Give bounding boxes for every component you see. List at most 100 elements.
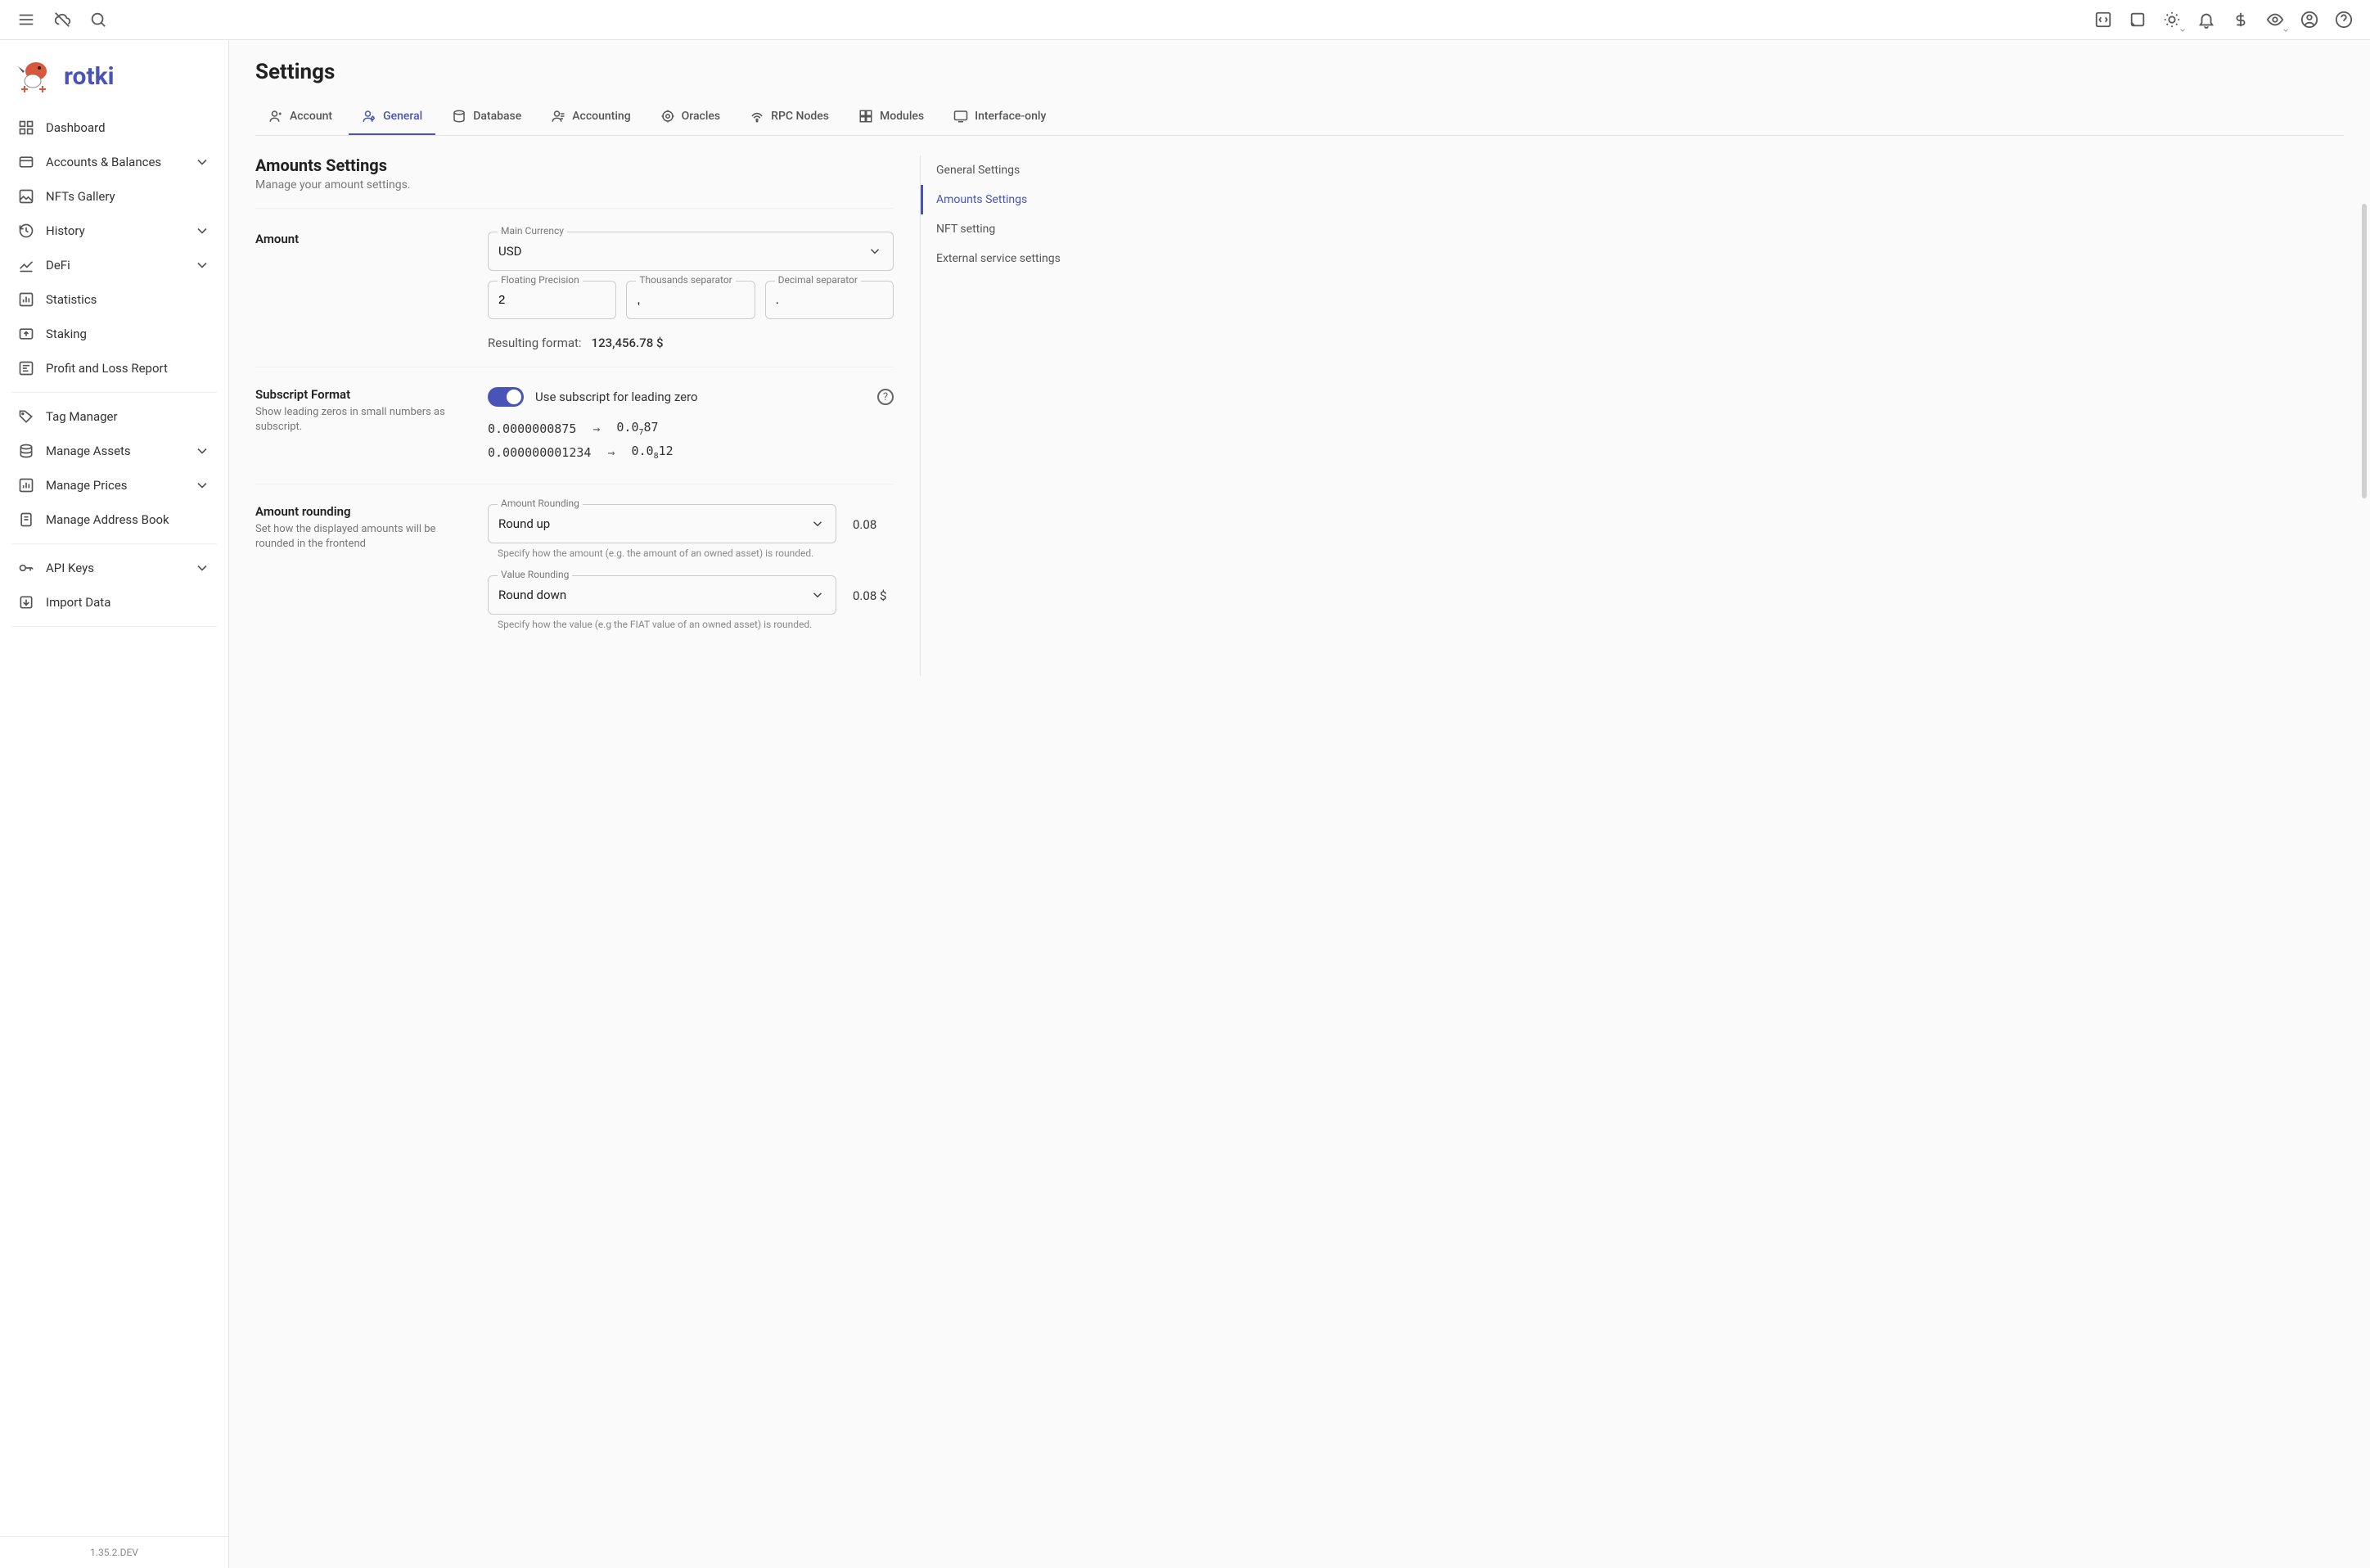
sidebar-item-history[interactable]: History [7, 214, 222, 248]
tab-label: RPC Nodes [771, 110, 829, 123]
tab-interface-only[interactable]: Interface-only [940, 99, 1059, 135]
example-to: 0.0787 [616, 420, 658, 437]
sidebar-item-label: NFTs Gallery [46, 189, 115, 204]
side-link-nft[interactable]: NFT setting [921, 214, 1100, 244]
field-label: Value Rounding [498, 569, 572, 580]
currency-icon[interactable] [2231, 10, 2251, 29]
row-title: Amount [255, 232, 468, 246]
section-title: Amounts Settings [255, 155, 894, 175]
arrow-right-icon: → [607, 445, 615, 460]
field-label: Decimal separator [775, 274, 861, 286]
page-title: Settings [255, 60, 2344, 84]
tab-label: Modules [880, 110, 924, 123]
tab-database[interactable]: Database [439, 99, 534, 135]
section-subtitle: Manage your amount settings. [255, 178, 894, 191]
sidebar-item-api-keys[interactable]: API Keys [7, 551, 222, 585]
sidebar-item-dashboard[interactable]: Dashboard [7, 110, 222, 145]
tab-label: Accounting [572, 110, 630, 123]
thousands-separator-input[interactable] [626, 281, 755, 319]
brand[interactable]: rotki [0, 40, 228, 110]
subscript-toggle[interactable] [488, 387, 524, 407]
scrollbar[interactable] [2362, 204, 2367, 498]
tab-account[interactable]: Account [255, 99, 345, 135]
chevron-down-icon [194, 257, 210, 273]
field-label: Main Currency [498, 225, 567, 237]
decimal-separator-input[interactable] [765, 281, 894, 319]
sidebar-item-manage-assets[interactable]: Manage Assets [7, 434, 222, 468]
value-rounding-select[interactable]: Round down [488, 575, 836, 615]
sidebar-item-staking[interactable]: Staking [7, 317, 222, 351]
cloud-off-icon[interactable] [52, 10, 72, 29]
brand-logo-icon [16, 58, 52, 94]
main-currency-select[interactable]: USD [488, 232, 894, 271]
field-label: Floating Precision [498, 274, 583, 286]
sidebar-item-label: Manage Prices [46, 478, 128, 493]
tab-label: Account [290, 110, 332, 123]
sidebar-item-nfts[interactable]: NFTs Gallery [7, 179, 222, 214]
sidebar-item-tag-manager[interactable]: Tag Manager [7, 399, 222, 434]
tabs: Account General Database Accounting Orac… [255, 99, 2344, 136]
tab-label: Database [473, 110, 521, 123]
sidebar-item-label: Manage Assets [46, 444, 131, 458]
account-icon[interactable] [2300, 10, 2319, 29]
amount-row: Amount Main Currency USD Floating Precis… [255, 225, 894, 367]
example-to: 0.0812 [631, 444, 673, 461]
decimal-separator-field: Decimal separator [765, 281, 894, 319]
row-title: Subscript Format [255, 387, 468, 402]
tab-rpc-nodes[interactable]: RPC Nodes [737, 99, 842, 135]
chevron-down-icon [194, 154, 210, 170]
help-icon[interactable] [2334, 10, 2354, 29]
sidebar-item-manage-prices[interactable]: Manage Prices [7, 468, 222, 502]
tab-general[interactable]: General [349, 99, 435, 135]
arrow-right-icon: → [592, 421, 600, 436]
menu-toggle-button[interactable] [16, 10, 36, 29]
dev-icon[interactable] [2093, 10, 2113, 29]
sidebar-item-import-data[interactable]: Import Data [7, 585, 222, 620]
amount-rounding-select[interactable]: Round up [488, 504, 836, 543]
topbar [0, 0, 2370, 40]
note-icon[interactable] [2128, 10, 2147, 29]
amount-rounding-example: 0.08 [853, 504, 894, 532]
sidebar-item-label: Profit and Loss Report [46, 361, 168, 376]
main-currency-field[interactable]: Main Currency USD [488, 232, 894, 271]
field-label: Thousands separator [636, 274, 735, 286]
chevron-down-icon [194, 477, 210, 493]
side-link-external[interactable]: External service settings [921, 244, 1100, 273]
tab-label: Oracles [682, 110, 720, 123]
tab-accounting[interactable]: Accounting [538, 99, 643, 135]
sidebar-item-label: Statistics [46, 292, 97, 307]
tab-oracles[interactable]: Oracles [647, 99, 733, 135]
help-icon[interactable]: ? [877, 389, 894, 405]
brand-name: rotki [64, 62, 115, 91]
example-from: 0.0000000875 [488, 421, 576, 436]
sidebar-item-label: Staking [46, 327, 87, 341]
field-hint: Specify how the amount (e.g. the amount … [498, 547, 836, 561]
chevron-down-icon [194, 560, 210, 576]
subscript-example: 0.0000000875 → 0.0787 [488, 420, 894, 437]
sidebar-item-statistics[interactable]: Statistics [7, 282, 222, 317]
version-label: 1.35.2.DEV [0, 1536, 228, 1568]
floating-precision-input[interactable] [488, 281, 616, 319]
side-link-general[interactable]: General Settings [921, 155, 1100, 185]
sidebar-item-defi[interactable]: DeFi [7, 248, 222, 282]
subscript-row: Subscript Format Show leading zeros in s… [255, 381, 894, 484]
thousands-separator-field: Thousands separator [626, 281, 755, 319]
sidebar-item-label: Manage Address Book [46, 512, 169, 527]
sidebar-item-accounts[interactable]: Accounts & Balances [7, 145, 222, 179]
value-rounding-example: 0.08 $ [853, 575, 894, 603]
amount-rounding-field[interactable]: Amount Rounding Round up [488, 504, 836, 543]
sidebar-item-address-book[interactable]: Manage Address Book [7, 502, 222, 537]
example-from: 0.000000001234 [488, 445, 591, 460]
notifications-icon[interactable] [2197, 10, 2216, 29]
sidebar-item-label: DeFi [46, 258, 70, 273]
row-title: Amount rounding [255, 504, 468, 519]
sidebar-item-pnl[interactable]: Profit and Loss Report [7, 351, 222, 385]
search-button[interactable] [88, 10, 108, 29]
value-rounding-field[interactable]: Value Rounding Round down [488, 575, 836, 615]
tab-modules[interactable]: Modules [845, 99, 937, 135]
sidebar-item-label: Tag Manager [46, 409, 118, 424]
tab-label: General [383, 110, 422, 123]
chevron-down-icon [194, 443, 210, 459]
floating-precision-field: Floating Precision [488, 281, 616, 319]
side-link-amounts[interactable]: Amounts Settings [921, 185, 1100, 214]
